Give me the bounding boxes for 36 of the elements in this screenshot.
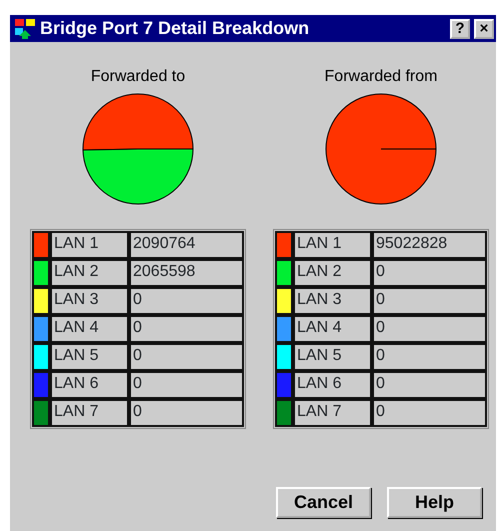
table-cell: LAN 2 [293,259,372,287]
table-cell: 95022828 [372,231,487,259]
table-cell: 0 [129,399,244,427]
table-cell: LAN 5 [50,343,129,371]
table-cell: 0 [129,287,244,315]
table-cell: 0 [372,371,487,399]
table-cell: 2090764 [129,231,244,259]
table-cell: 0 [372,343,487,371]
help-button[interactable]: ? [450,18,470,38]
chart-title: Forwarded to [90,67,186,87]
table-cell: LAN 3 [293,287,372,315]
close-button[interactable]: × [474,18,494,38]
table-cell: LAN 1 [50,231,129,259]
table-cell: 0 [372,399,487,427]
table-cell: 0 [372,287,487,315]
table-cell: LAN 4 [293,315,372,343]
window-title: Bridge Port 7 Detail Breakdown [40,17,310,40]
table-cell: LAN 6 [50,371,129,399]
table-cell: 0 [372,259,487,287]
table-cell: LAN 7 [293,399,372,427]
table-cell: LAN 5 [293,343,372,371]
table-cell: LAN 7 [50,399,129,427]
table-cell: LAN 6 [293,371,372,399]
app-icon [14,18,36,40]
table-cell: 2065598 [129,259,244,287]
table-cell: 0 [129,343,244,371]
chart-title: Forwarded from [324,67,438,87]
table-cell: LAN 1 [293,231,372,259]
table-cell: LAN 2 [50,259,129,287]
table-cell: 0 [129,315,244,343]
table-cell: 0 [372,315,487,343]
table-cell: LAN 3 [50,287,129,315]
table-cell: LAN 4 [50,315,129,343]
help-button[interactable]: Help [387,487,482,518]
table-cell: 0 [129,371,244,399]
cancel-button[interactable]: Cancel [276,487,371,518]
